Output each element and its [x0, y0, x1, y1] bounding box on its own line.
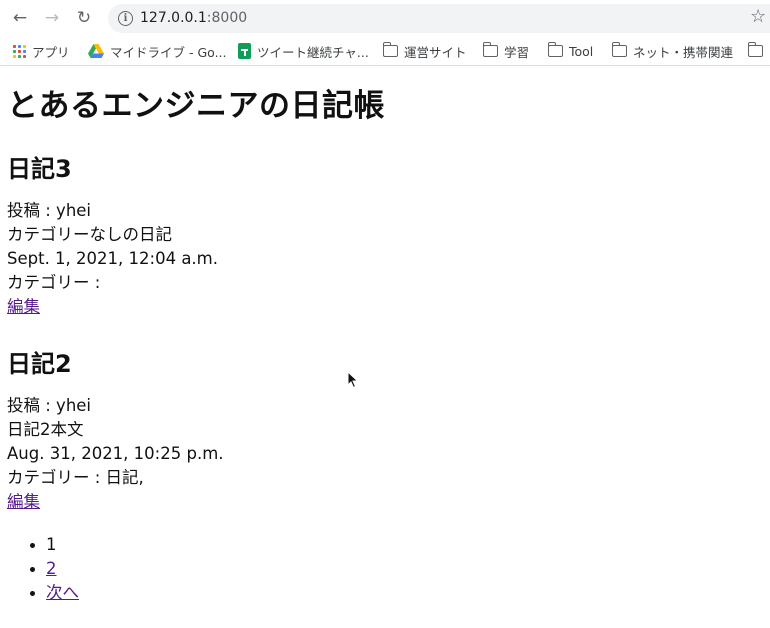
bookmark-label: ネット・携帯関連 — [633, 44, 734, 60]
google-sheets-icon — [238, 43, 251, 59]
bookmark-apps[interactable]: アプリ — [13, 41, 70, 61]
entry-details: 投稿 : yhei 日記2本文 Aug. 31, 2021, 10:25 p.m… — [7, 394, 224, 514]
bookmark-label: Tool — [569, 43, 594, 59]
url-port: :8000 — [206, 10, 248, 26]
pagination-next-link[interactable]: 次へ — [46, 583, 79, 602]
folder-icon — [382, 42, 398, 57]
entry-author: 投稿 : yhei — [7, 396, 92, 415]
folder-icon — [482, 42, 498, 57]
folder-icon — [747, 42, 763, 57]
info-icon[interactable]: i — [118, 11, 133, 26]
forward-arrow-icon[interactable]: → — [40, 7, 64, 29]
google-drive-icon — [88, 44, 104, 58]
address-bar[interactable]: i 127.0.0.1:8000 ☆ — [108, 4, 770, 33]
bookmark-label: 学習 — [504, 44, 530, 60]
edit-link[interactable]: 編集 — [7, 492, 40, 511]
bookmark-label: マイドライブ - Go... — [110, 44, 227, 60]
entry-details: 投稿 : yhei カテゴリーなしの日記 Sept. 1, 2021, 12:0… — [7, 199, 218, 319]
folder-icon — [611, 42, 627, 57]
bookmark-folder-network[interactable]: ネット・携帯関連 — [611, 41, 734, 61]
reload-icon[interactable]: ↻ — [72, 7, 96, 29]
diary-entry: 日記3 投稿 : yhei カテゴリーなしの日記 Sept. 1, 2021, … — [7, 149, 707, 316]
entry-categories: カテゴリー : 日記, — [7, 468, 144, 487]
url-host: 127.0.0.1 — [140, 10, 207, 26]
bookmark-tweet-sheet[interactable]: ツイート継続チャ... — [238, 41, 369, 61]
mouse-cursor-icon — [347, 371, 359, 389]
entry-date: Sept. 1, 2021, 12:04 a.m. — [7, 249, 218, 268]
pagination: 1 2 次へ — [27, 533, 79, 605]
browser-toolbar: ← → ↻ i 127.0.0.1:8000 ☆ — [0, 0, 770, 36]
back-arrow-icon[interactable]: ← — [8, 7, 32, 29]
bookmark-label: 運営サイト — [404, 44, 467, 60]
entry-body: カテゴリーなしの日記 — [7, 225, 172, 244]
url-text[interactable]: 127.0.0.1:8000 — [140, 10, 247, 26]
pagination-current-page: 1 — [27, 533, 79, 557]
bookmark-folder-overflow[interactable] — [747, 41, 763, 61]
bookmark-folder-tool[interactable]: Tool — [547, 41, 594, 61]
bookmark-label: ツイート継続チャ... — [257, 44, 369, 60]
page-title: とあるエンジニアの日記帳 — [7, 88, 385, 124]
apps-icon — [13, 44, 26, 58]
entry-body: 日記2本文 — [7, 420, 84, 439]
folder-icon — [547, 42, 563, 57]
bookmark-folder-operations[interactable]: 運営サイト — [382, 41, 467, 61]
entry-date: Aug. 31, 2021, 10:25 p.m. — [7, 444, 224, 463]
pagination-page-2-link[interactable]: 2 — [46, 559, 57, 578]
bookmark-star-icon[interactable]: ☆ — [750, 8, 766, 26]
bookmarks-bar: アプリ マイドライブ - Go... ツイート継続チャ... 運営サイト 学習 … — [0, 36, 770, 66]
entry-author: 投稿 : yhei — [7, 201, 92, 220]
bookmark-folder-study[interactable]: 学習 — [482, 41, 530, 61]
bookmark-label: アプリ — [32, 44, 70, 60]
edit-link[interactable]: 編集 — [7, 297, 40, 316]
bookmark-my-drive[interactable]: マイドライブ - Go... — [88, 41, 227, 61]
entry-categories: カテゴリー : — [7, 273, 101, 292]
entry-title: 日記3 — [7, 155, 72, 183]
